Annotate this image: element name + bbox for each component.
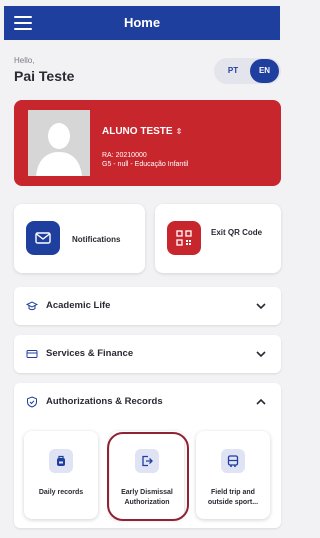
early-dismissal-authorization-button[interactable]: Early Dismissal Authorization bbox=[110, 431, 184, 519]
shield-check-icon bbox=[27, 396, 37, 408]
section-title: Academic Life bbox=[46, 300, 111, 311]
student-ra: RA: 20210000 bbox=[102, 152, 147, 159]
language-en-option[interactable]: EN bbox=[250, 59, 279, 83]
envelope-icon bbox=[26, 221, 60, 255]
field-trip-button[interactable]: Field trip and outside sport... bbox=[196, 431, 270, 519]
chevron-down-icon[interactable] bbox=[255, 300, 267, 312]
notifications-label: Notifications bbox=[72, 235, 121, 244]
field-trip-label: Field trip and outside sport... bbox=[207, 489, 259, 506]
daily-records-button[interactable]: Daily records bbox=[24, 431, 98, 519]
user-name: Pai Teste bbox=[14, 68, 75, 84]
app-header: Home bbox=[4, 6, 280, 40]
chevron-down-icon[interactable] bbox=[255, 348, 267, 360]
graduation-cap-icon bbox=[26, 301, 38, 311]
notifications-button[interactable]: Notifications bbox=[14, 204, 145, 273]
student-card[interactable]: ALUNO TESTE ⇳ RA: 20210000 G5 - null - Ed… bbox=[14, 100, 281, 186]
backpack-icon bbox=[49, 449, 73, 473]
qr-code-icon bbox=[167, 221, 201, 255]
student-avatar bbox=[28, 110, 90, 176]
exit-qr-code-label: Exit QR Code bbox=[211, 228, 263, 237]
section-academic-life[interactable]: Academic Life bbox=[14, 287, 281, 325]
student-class: G5 - null - Educação Infantil bbox=[102, 161, 189, 168]
bus-icon bbox=[221, 449, 245, 473]
chevron-up-icon[interactable] bbox=[255, 396, 267, 408]
student-name[interactable]: ALUNO TESTE ⇳ bbox=[102, 126, 182, 137]
page-title: Home bbox=[123, 15, 161, 30]
language-toggle[interactable]: PT EN bbox=[214, 58, 281, 84]
exit-arrow-icon bbox=[135, 449, 159, 473]
exit-qr-code-button[interactable]: Exit QR Code bbox=[155, 204, 281, 273]
section-header[interactable]: Authorizations & Records bbox=[14, 383, 281, 421]
card-icon bbox=[26, 350, 38, 358]
section-title: Authorizations & Records bbox=[46, 396, 163, 407]
early-dismissal-label: Early Dismissal Authorization bbox=[121, 489, 173, 506]
switch-student-icon[interactable]: ⇳ bbox=[176, 127, 183, 136]
section-title: Services & Finance bbox=[46, 348, 134, 359]
daily-records-label: Daily records bbox=[38, 489, 84, 496]
section-services-finance[interactable]: Services & Finance bbox=[14, 335, 281, 373]
greeting-text: Hello, bbox=[14, 56, 35, 65]
language-pt-option[interactable]: PT bbox=[220, 58, 246, 84]
